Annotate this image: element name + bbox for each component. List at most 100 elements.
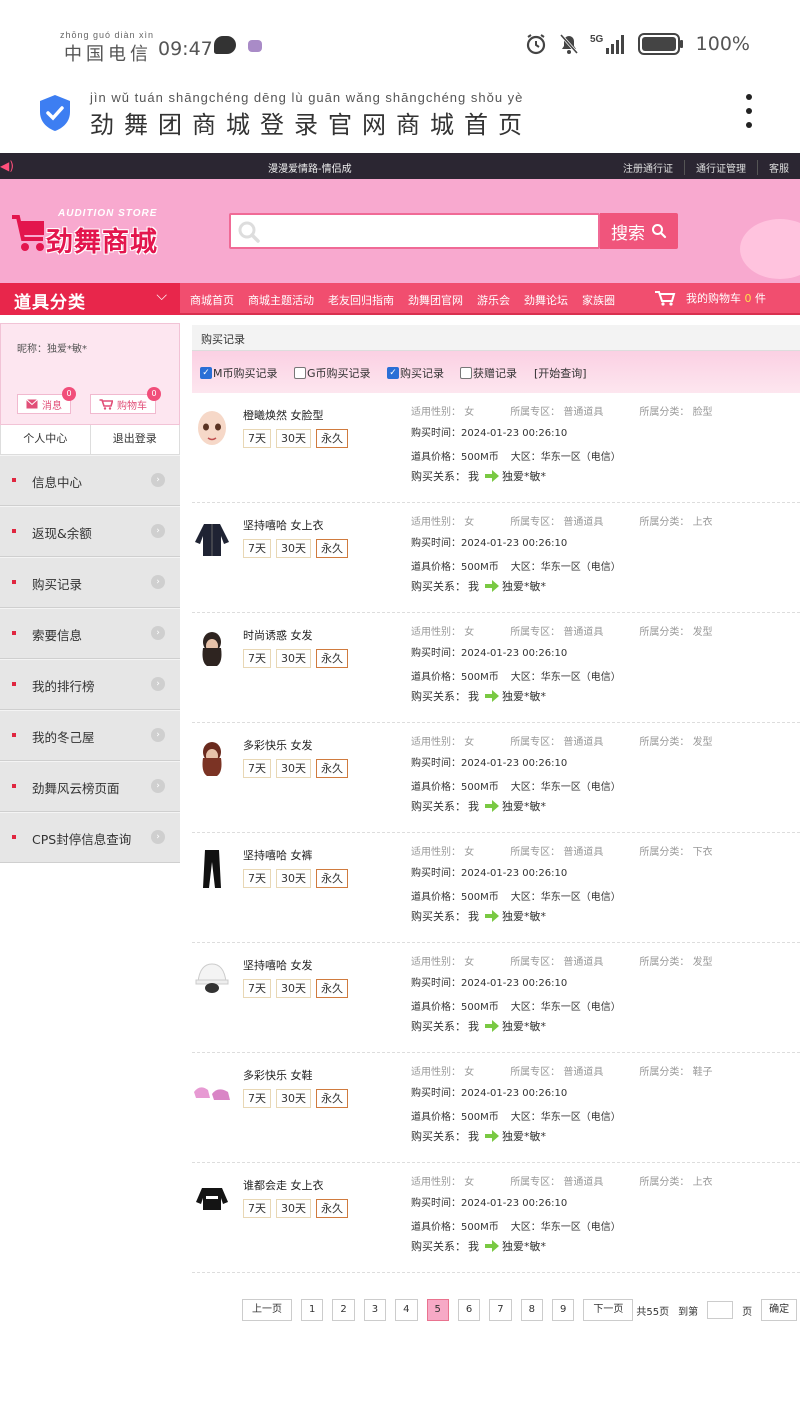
sidebar-item-leaderboard[interactable]: 劲舞风云榜页面 › [0,761,180,812]
relation-label: 购买关系： [411,580,466,593]
sidebar-item-label: 信息中心 [32,475,83,490]
filter-mcoin[interactable]: ✓ M币购买记录 [200,365,278,381]
duration-7d[interactable]: 7天 [243,869,271,888]
messages-button[interactable]: 消息 0 [17,387,76,414]
sidebar-cart-label: 购物车 [117,400,147,412]
page-6[interactable]: 6 [457,1299,481,1321]
duration-30d[interactable]: 30天 [276,1199,311,1218]
item-name[interactable]: 多彩快乐 女发 [243,737,313,753]
small-cart-icon [99,398,113,410]
item-name[interactable]: 橙曦焕然 女脸型 [243,407,324,423]
confirm-button[interactable]: 确定 [761,1299,798,1321]
sidebar-item-house[interactable]: 我的冬己屋 › [0,710,180,761]
sidebar-item-requests[interactable]: 索要信息 › [0,608,180,659]
register-link[interactable]: 注册通行证 [612,160,684,175]
cart-label: 我的购物车 [686,292,741,305]
duration-7d[interactable]: 7天 [243,649,271,668]
page-8[interactable]: 8 [520,1299,543,1321]
duration-30d[interactable]: 30天 [276,539,311,558]
gender-value: 女 [464,517,475,528]
sidebar-item-cps-query[interactable]: CPS封停信息查询 › [0,812,180,863]
duration-30d[interactable]: 30天 [276,649,311,668]
item-thumbnail[interactable] [192,628,232,670]
category-value: 下衣 [692,847,713,858]
nav-family[interactable]: 家族圈 [574,292,621,308]
filter-gift[interactable]: 获赠记录 [460,365,517,381]
duration-permanent[interactable]: 永久 [316,869,348,888]
item-thumbnail[interactable] [192,958,232,1000]
nav-official-site[interactable]: 劲舞团官网 [400,292,469,308]
duration-permanent[interactable]: 永久 [316,649,348,668]
duration-permanent[interactable]: 永久 [316,1089,348,1108]
item-name[interactable]: 谁都会走 女上衣 [243,1177,324,1193]
my-cart[interactable]: 我的购物车 0 件 [654,290,766,306]
page-2[interactable]: 2 [332,1299,355,1321]
item-thumbnail[interactable] [192,1178,232,1220]
page-1[interactable]: 1 [301,1299,324,1321]
chevron-right-icon: › [151,779,165,793]
category-dropdown[interactable]: 道具分类 ⌵ [0,283,180,315]
filter-purchase[interactable]: ✓ 购买记录 [387,365,444,381]
goto-page-input[interactable] [707,1301,734,1319]
item-thumbnail[interactable] [192,1068,232,1110]
next-page-button[interactable]: 下一页 [583,1299,634,1321]
start-query-button[interactable]: [开始查询] [534,365,587,381]
arrow-right-icon [485,690,499,702]
account-manage-link[interactable]: 通行证管理 [684,160,757,175]
duration-permanent[interactable]: 永久 [316,759,348,778]
duration-7d[interactable]: 7天 [243,539,271,558]
nav-return-guide[interactable]: 老友回归指南 [320,292,400,308]
sidebar-item-ranking[interactable]: 我的排行榜 › [0,659,180,710]
duration-30d[interactable]: 30天 [276,759,311,778]
item-thumbnail[interactable] [192,738,232,780]
item-name[interactable]: 时尚诱惑 女发 [243,627,313,643]
nav-events[interactable]: 商城主题活动 [240,292,320,308]
page-7[interactable]: 7 [489,1299,512,1321]
nav-party[interactable]: 游乐会 [469,292,516,308]
duration-30d[interactable]: 30天 [276,869,311,888]
duration-7d[interactable]: 7天 [243,1089,271,1108]
prev-page-button[interactable]: 上一页 [242,1299,292,1321]
store-logo[interactable]: AUDITION STORE 劲舞商城 [0,205,190,265]
item-thumbnail[interactable] [192,518,232,560]
item-name[interactable]: 坚持嘻哈 女上衣 [243,517,324,533]
nav-forum[interactable]: 劲舞论坛 [516,292,574,308]
duration-7d[interactable]: 7天 [243,979,271,998]
more-menu-icon[interactable] [742,94,756,134]
search-input[interactable] [267,219,587,243]
search-button[interactable]: 搜索 [600,213,678,249]
duration-7d[interactable]: 7天 [243,1199,271,1218]
page-3[interactable]: 3 [363,1299,387,1321]
duration-30d[interactable]: 30天 [276,1089,311,1108]
speaker-icon[interactable]: ◀) [0,159,14,173]
duration-30d[interactable]: 30天 [276,429,311,448]
page-4[interactable]: 4 [395,1299,418,1321]
page-5-current[interactable]: 5 [426,1299,449,1321]
sidebar-item-cashback[interactable]: 返现&余额 › [0,506,180,557]
duration-permanent[interactable]: 永久 [316,979,348,998]
search-button-icon [652,224,667,239]
sidebar-item-purchase-records[interactable]: 购买记录 › [0,557,180,608]
page-9[interactable]: 9 [552,1299,575,1321]
duration-permanent[interactable]: 永久 [316,539,348,558]
item-name[interactable]: 坚持嘻哈 女发 [243,957,313,973]
sidebar-item-info-center[interactable]: 信息中心 › [0,455,180,506]
sidebar-cart-button[interactable]: 购物车 0 [90,387,161,414]
item-name[interactable]: 坚持嘻哈 女裤 [243,847,313,863]
nav-home[interactable]: 商城首页 [182,292,240,308]
duration-7d[interactable]: 7天 [243,429,271,448]
duration-30d[interactable]: 30天 [276,979,311,998]
item-name[interactable]: 多彩快乐 女鞋 [243,1067,313,1083]
duration-permanent[interactable]: 永久 [316,429,348,448]
duration-7d[interactable]: 7天 [243,759,271,778]
item-thumbnail[interactable] [192,408,232,450]
customer-service-link[interactable]: 客服 [757,160,800,175]
relation-label: 购买关系： [411,1130,466,1143]
relation-label: 购买关系： [411,800,466,813]
personal-center-link[interactable]: 个人中心 [1,425,91,454]
logout-link[interactable]: 退出登录 [91,425,180,454]
filter-gcoin[interactable]: G币购买记录 [294,365,371,381]
item-thumbnail[interactable] [192,848,232,890]
music-title[interactable]: 漫漫爱情路-情侣成 [268,160,352,175]
duration-permanent[interactable]: 永久 [316,1199,348,1218]
